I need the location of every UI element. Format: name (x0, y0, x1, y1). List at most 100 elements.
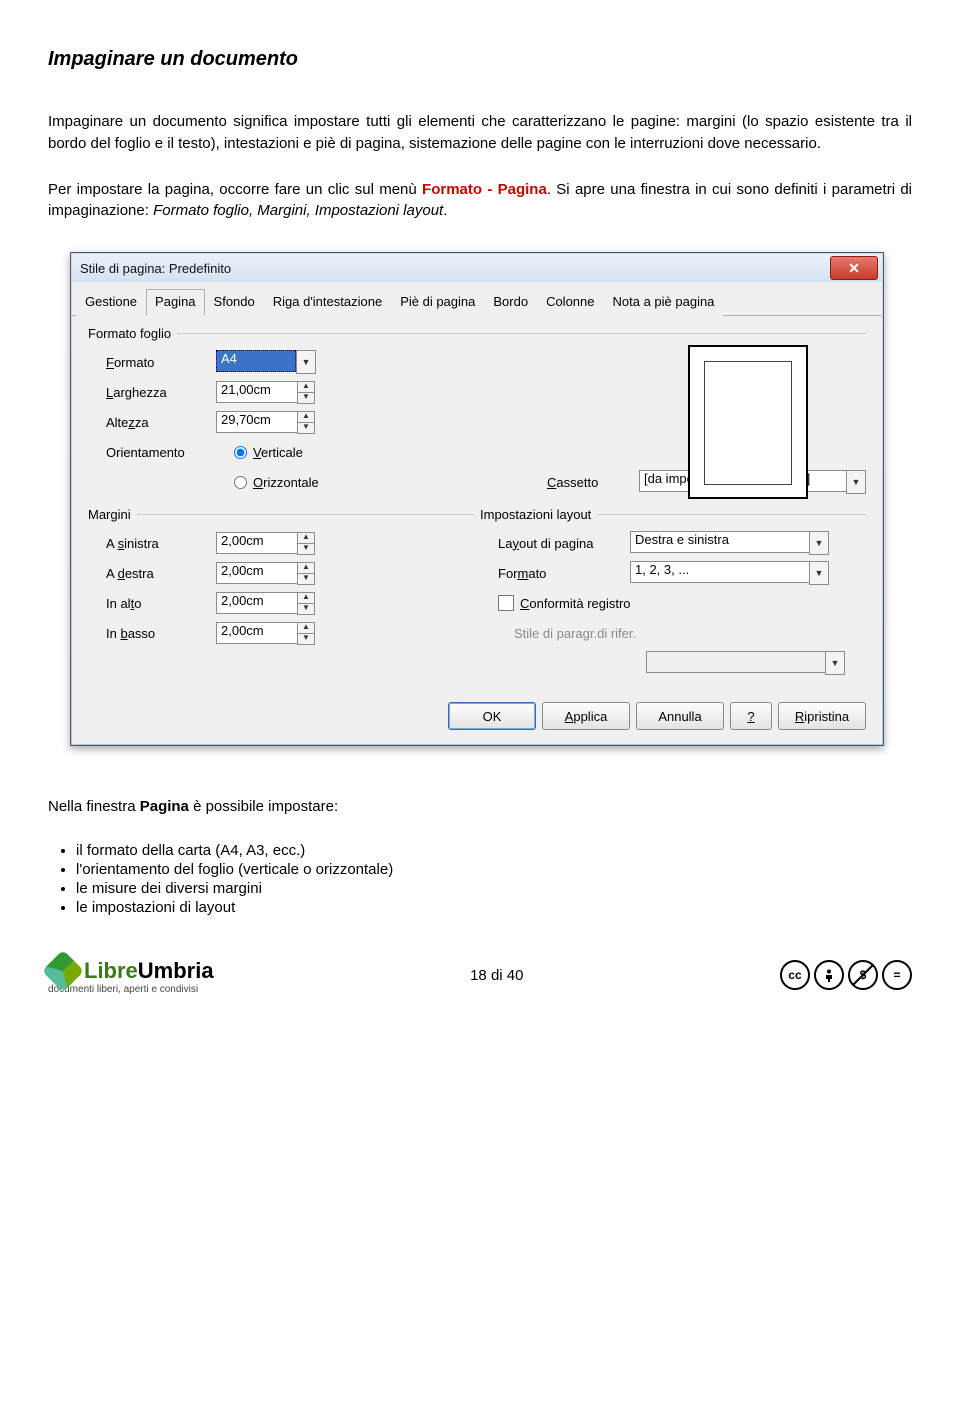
label-destra: A destra (88, 566, 216, 581)
label-registro: Conformità registro (520, 596, 631, 611)
group-margini-legend: Margini (88, 507, 137, 522)
p3-text-a: Nella finestra (48, 798, 140, 815)
combo-formato-num[interactable]: 1, 2, 3, ... ▼ (630, 561, 829, 585)
cc-nd-icon: = (882, 960, 912, 990)
button-bar: OK Applica Annulla ? Ripristina (72, 692, 882, 730)
close-button[interactable]: ✕ (830, 256, 878, 280)
chevron-down-icon: ▼ (297, 422, 315, 434)
label-refstyle: Stile di paragr.di rifer. (480, 626, 646, 641)
chevron-up-icon: ▲ (297, 381, 315, 392)
chevron-up-icon: ▲ (297, 592, 315, 603)
cc-badges: cc $ = (780, 960, 912, 990)
after-dialog-paragraph: Nella finestra Pagina è possibile impost… (48, 796, 912, 818)
list-item: il formato della carta (A4, A3, ecc.) (76, 842, 912, 859)
logo: LibreUmbria documenti liberi, aperti e c… (48, 956, 214, 995)
bullet-list: il formato della carta (A4, A3, ecc.) l'… (76, 842, 912, 916)
chevron-down-icon: ▼ (297, 603, 315, 615)
spinner-altezza[interactable]: 29,70cm ▲▼ (216, 411, 315, 434)
chevron-down-icon: ▼ (825, 651, 845, 675)
chevron-down-icon: ▼ (809, 561, 829, 585)
spinner-larghezza[interactable]: 21,00cm ▲▼ (216, 381, 315, 404)
apply-button[interactable]: Applica (542, 702, 630, 730)
dialog-title: Stile di pagina: Predefinito (80, 261, 231, 276)
p3-pagina: Pagina (140, 798, 189, 815)
label-layout-pagina: Layout di pagina (480, 536, 630, 551)
combo-layout-value: Destra e sinistra (630, 531, 809, 553)
close-icon: ✕ (848, 260, 860, 277)
tab-colonne[interactable]: Colonne (537, 289, 603, 316)
intro-paragraph-1: Impaginare un documento significa impost… (48, 111, 912, 155)
label-cassetto: Cassetto (547, 475, 639, 490)
list-item: le impostazioni di layout (76, 899, 912, 916)
combo-formato-num-value: 1, 2, 3, ... (630, 561, 809, 583)
combo-formato[interactable]: A4 ▼ (216, 350, 316, 374)
list-item: le misure dei diversi margini (76, 880, 912, 897)
group-formato-foglio-legend: Formato foglio (88, 326, 177, 341)
tab-nota[interactable]: Nota a piè pagina (604, 289, 724, 316)
spinner-basso[interactable]: 2,00cm ▲▼ (216, 622, 315, 645)
group-formato-foglio: Formato foglio FFormatoormato A4 ▼ Largh… (88, 326, 866, 497)
chevron-up-icon: ▲ (297, 622, 315, 633)
group-layout-legend: Impostazioni layout (480, 507, 597, 522)
chevron-down-icon: ▼ (297, 543, 315, 555)
chevron-up-icon: ▲ (297, 532, 315, 543)
radio-orizzontale[interactable] (234, 476, 247, 489)
page-footer: LibreUmbria documenti liberi, aperti e c… (48, 956, 912, 995)
spinner-larghezza-value: 21,00cm (216, 381, 297, 403)
spinner-alto-value: 2,00cm (216, 592, 297, 614)
chevron-down-icon: ▼ (809, 531, 829, 555)
tab-intestazione[interactable]: Riga d'intestazione (264, 289, 391, 316)
label-formato-num: Formato (480, 566, 630, 581)
cc-icon: cc (780, 960, 810, 990)
page-preview (688, 345, 808, 499)
group-margini: Margini A sinistra 2,00cm ▲▼ A destra 2, (88, 507, 474, 648)
chevron-up-icon: ▲ (297, 411, 315, 422)
label-larghezza: Larghezza (88, 385, 216, 400)
p2-text-a: Per impostare la pagina, occorre fare un… (48, 181, 422, 198)
tab-sfondo[interactable]: Sfondo (205, 289, 264, 316)
dialog-window: Stile di pagina: Predefinito ✕ Gestione … (70, 252, 884, 746)
cc-by-icon (814, 960, 844, 990)
checkbox-registro[interactable] (498, 595, 514, 611)
combo-refstyle: ▼ (646, 651, 845, 675)
spinner-sinistra[interactable]: 2,00cm ▲▼ (216, 532, 315, 555)
logo-text-1: Libre (84, 958, 138, 983)
chevron-down-icon: ▼ (296, 350, 316, 374)
tab-pagina[interactable]: Pagina (146, 289, 204, 316)
tab-bordo[interactable]: Bordo (484, 289, 537, 316)
reset-button[interactable]: Ripristina (778, 702, 866, 730)
logo-text-2: Umbria (138, 958, 214, 983)
chevron-down-icon: ▼ (297, 633, 315, 645)
tab-pie-pagina[interactable]: Piè di pagina (391, 289, 484, 316)
p2-params: Formato foglio, Margini, Impostazioni la… (153, 202, 443, 219)
help-button[interactable]: ? (730, 702, 772, 730)
cancel-button[interactable]: Annulla (636, 702, 724, 730)
label-altezza: Altezza (88, 415, 216, 430)
radio-verticale[interactable] (234, 446, 247, 459)
label-basso: In basso (88, 626, 216, 641)
intro-paragraph-2: Per impostare la pagina, occorre fare un… (48, 179, 912, 223)
spinner-destra[interactable]: 2,00cm ▲▼ (216, 562, 315, 585)
chevron-up-icon: ▲ (297, 562, 315, 573)
list-item: l'orientamento del foglio (verticale o o… (76, 861, 912, 878)
label-orientamento: Orientamento (88, 445, 216, 460)
spinner-altezza-value: 29,70cm (216, 411, 297, 433)
combo-formato-value: A4 (216, 350, 296, 372)
page-title: Impaginare un documento (48, 48, 912, 71)
chevron-down-icon: ▼ (846, 470, 866, 494)
label-formato: FFormatoormato (88, 355, 216, 370)
group-layout: Impostazioni layout Layout di pagina Des… (480, 507, 866, 678)
ok-button[interactable]: OK (448, 702, 536, 730)
p2-text-e: . (443, 202, 447, 219)
combo-layout[interactable]: Destra e sinistra ▼ (630, 531, 829, 555)
tab-row: Gestione Pagina Sfondo Riga d'intestazio… (72, 282, 882, 316)
radio-verticale-label: Verticale (253, 445, 303, 460)
cc-nc-icon: $ (848, 960, 878, 990)
menu-path: Formato - Pagina (422, 181, 547, 198)
spinner-sinistra-value: 2,00cm (216, 532, 297, 554)
combo-refstyle-value (646, 651, 825, 673)
label-sinistra: A sinistra (88, 536, 216, 551)
tab-gestione[interactable]: Gestione (76, 289, 146, 316)
logo-subtitle: documenti liberi, aperti e condivisi (48, 984, 198, 995)
spinner-alto[interactable]: 2,00cm ▲▼ (216, 592, 315, 615)
